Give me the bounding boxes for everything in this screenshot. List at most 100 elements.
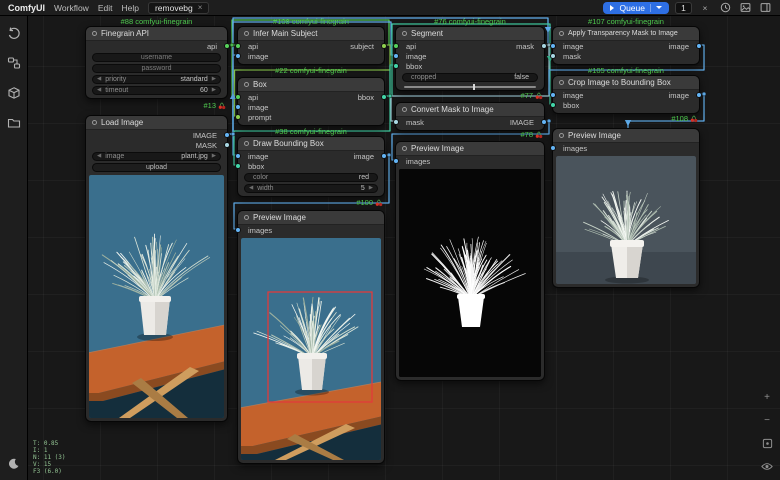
username-field[interactable]: username: [92, 53, 221, 62]
workflow-tab[interactable]: removebg ×: [148, 2, 209, 14]
toggle-visibility-button[interactable]: [760, 460, 774, 472]
input-slot-dot[interactable]: [235, 53, 241, 59]
combo-right-icon[interactable]: ▶: [212, 88, 216, 94]
node-crop-image-to-bbox[interactable]: Crop Image to Bounding Box image image b…: [552, 75, 700, 114]
node-header[interactable]: Preview Image: [396, 142, 544, 156]
menu-edit[interactable]: Edit: [98, 3, 113, 13]
input-slot-dot[interactable]: [235, 94, 241, 100]
zoom-out-button[interactable]: −: [760, 414, 774, 426]
collapse-icon[interactable]: [92, 31, 97, 36]
node-header[interactable]: Box: [238, 78, 384, 92]
node-preview-image-crop[interactable]: Preview Image images: [552, 128, 700, 288]
panel-toggle-button[interactable]: [758, 1, 772, 14]
input-slot-dot[interactable]: [235, 43, 241, 49]
input-slot-dot[interactable]: [235, 104, 241, 110]
app-logo[interactable]: ComfyUI: [8, 3, 45, 13]
output-slot-dot[interactable]: [381, 43, 387, 49]
collapse-icon[interactable]: [92, 120, 97, 125]
zoom-in-button[interactable]: +: [760, 391, 774, 403]
output-slot-dot[interactable]: [696, 92, 702, 98]
collapse-icon[interactable]: [244, 141, 249, 146]
collapse-icon[interactable]: [559, 80, 564, 85]
queue-history-button[interactable]: [718, 1, 732, 14]
menu-workflow[interactable]: Workflow: [54, 3, 89, 13]
input-slot-dot[interactable]: [550, 53, 556, 59]
segment-slider[interactable]: [404, 86, 536, 88]
combo-left-icon[interactable]: ◀: [97, 77, 101, 83]
node-box[interactable]: Box api bbox image prompt: [237, 77, 385, 126]
node-preview-image-main[interactable]: Preview Image images: [237, 210, 385, 464]
node-header[interactable]: Draw Bounding Box: [238, 137, 384, 151]
input-slot-dot[interactable]: [235, 163, 241, 169]
node-library-icon[interactable]: [6, 55, 21, 70]
interrupt-button[interactable]: ×: [698, 1, 712, 14]
node-header[interactable]: Infer Main Subject: [238, 27, 384, 41]
color-combo[interactable]: color red: [244, 173, 378, 182]
queue-button[interactable]: Queue: [603, 2, 669, 14]
width-stepper[interactable]: ◀ width 5 ▶: [244, 184, 378, 193]
node-header[interactable]: Apply Transparency Mask to Image: [553, 27, 699, 41]
node-segment[interactable]: Segment api mask image bbox cropped fals…: [395, 26, 545, 91]
output-slot-dot[interactable]: [381, 153, 387, 159]
menu-help[interactable]: Help: [121, 3, 138, 13]
combo-right-icon[interactable]: ▶: [212, 77, 216, 83]
node-header[interactable]: Convert Mask to Image: [396, 103, 544, 117]
collapse-icon[interactable]: [244, 82, 249, 87]
password-field[interactable]: password: [92, 64, 221, 73]
node-header[interactable]: Crop Image to Bounding Box: [553, 76, 699, 90]
theme-toggle-icon[interactable]: [6, 456, 21, 471]
output-slot-dot[interactable]: [224, 142, 230, 148]
combo-right-icon[interactable]: ▶: [212, 154, 216, 160]
collapse-icon[interactable]: [244, 31, 249, 36]
input-slot-dot[interactable]: [393, 43, 399, 49]
node-header[interactable]: Load Image: [86, 116, 227, 130]
input-slot-dot[interactable]: [550, 145, 556, 151]
collapse-icon[interactable]: [402, 31, 407, 36]
collapse-icon[interactable]: [244, 215, 249, 220]
batch-count-input[interactable]: 1: [675, 2, 692, 14]
input-slot-dot[interactable]: [235, 114, 241, 120]
input-slot-dot[interactable]: [393, 158, 399, 164]
input-slot-dot[interactable]: [393, 53, 399, 59]
input-slot-dot[interactable]: [550, 92, 556, 98]
input-slot-dot[interactable]: [235, 153, 241, 159]
input-slot-dot[interactable]: [393, 63, 399, 69]
output-slot-dot[interactable]: [224, 43, 230, 49]
collapse-icon[interactable]: [402, 107, 407, 112]
combo-left-icon[interactable]: ◀: [97, 154, 101, 160]
close-tab-icon[interactable]: ×: [198, 3, 203, 12]
queue-history-icon[interactable]: [6, 25, 21, 40]
upload-button[interactable]: upload: [92, 163, 221, 172]
input-slot-dot[interactable]: [235, 227, 241, 233]
gallery-button[interactable]: [738, 1, 752, 14]
priority-combo[interactable]: ◀ priority standard ▶: [92, 75, 221, 84]
node-finegrain-api[interactable]: Finegrain API api username password ◀ pr…: [85, 26, 228, 99]
combo-left-icon[interactable]: ◀: [249, 186, 253, 192]
output-slot-dot[interactable]: [541, 43, 547, 49]
node-header[interactable]: Preview Image: [553, 129, 699, 143]
node-header[interactable]: Preview Image: [238, 211, 384, 225]
input-slot-dot[interactable]: [393, 119, 399, 125]
node-header[interactable]: Finegrain API: [86, 27, 227, 41]
node-apply-transparency-mask[interactable]: Apply Transparency Mask to Image image i…: [552, 26, 700, 65]
combo-left-icon[interactable]: ◀: [97, 88, 101, 94]
chevron-down-icon[interactable]: [656, 6, 662, 9]
combo-right-icon[interactable]: ▶: [369, 186, 373, 192]
output-slot-dot[interactable]: [381, 94, 387, 100]
cropped-toggle[interactable]: cropped false: [402, 73, 538, 82]
node-canvas[interactable]: #88 comfyui-finegrain #108 comfyui-fineg…: [0, 0, 780, 480]
node-load-image[interactable]: Load Image IMAGE MASK ◀ image plant.jpg …: [85, 115, 228, 422]
node-draw-bounding-box[interactable]: Draw Bounding Box image image bbox color…: [237, 136, 385, 197]
output-slot-dot[interactable]: [696, 43, 702, 49]
model-library-icon[interactable]: [6, 85, 21, 100]
collapse-icon[interactable]: [402, 146, 407, 151]
fit-view-button[interactable]: [760, 437, 774, 449]
collapse-icon[interactable]: [559, 31, 564, 36]
output-slot-dot[interactable]: [541, 119, 547, 125]
image-combo[interactable]: ◀ image plant.jpg ▶: [92, 152, 221, 161]
collapse-icon[interactable]: [559, 133, 564, 138]
input-slot-dot[interactable]: [550, 102, 556, 108]
node-infer-main-subject[interactable]: Infer Main Subject api subject image: [237, 26, 385, 65]
node-preview-image-mask[interactable]: Preview Image images: [395, 141, 545, 381]
output-slot-dot[interactable]: [224, 132, 230, 138]
